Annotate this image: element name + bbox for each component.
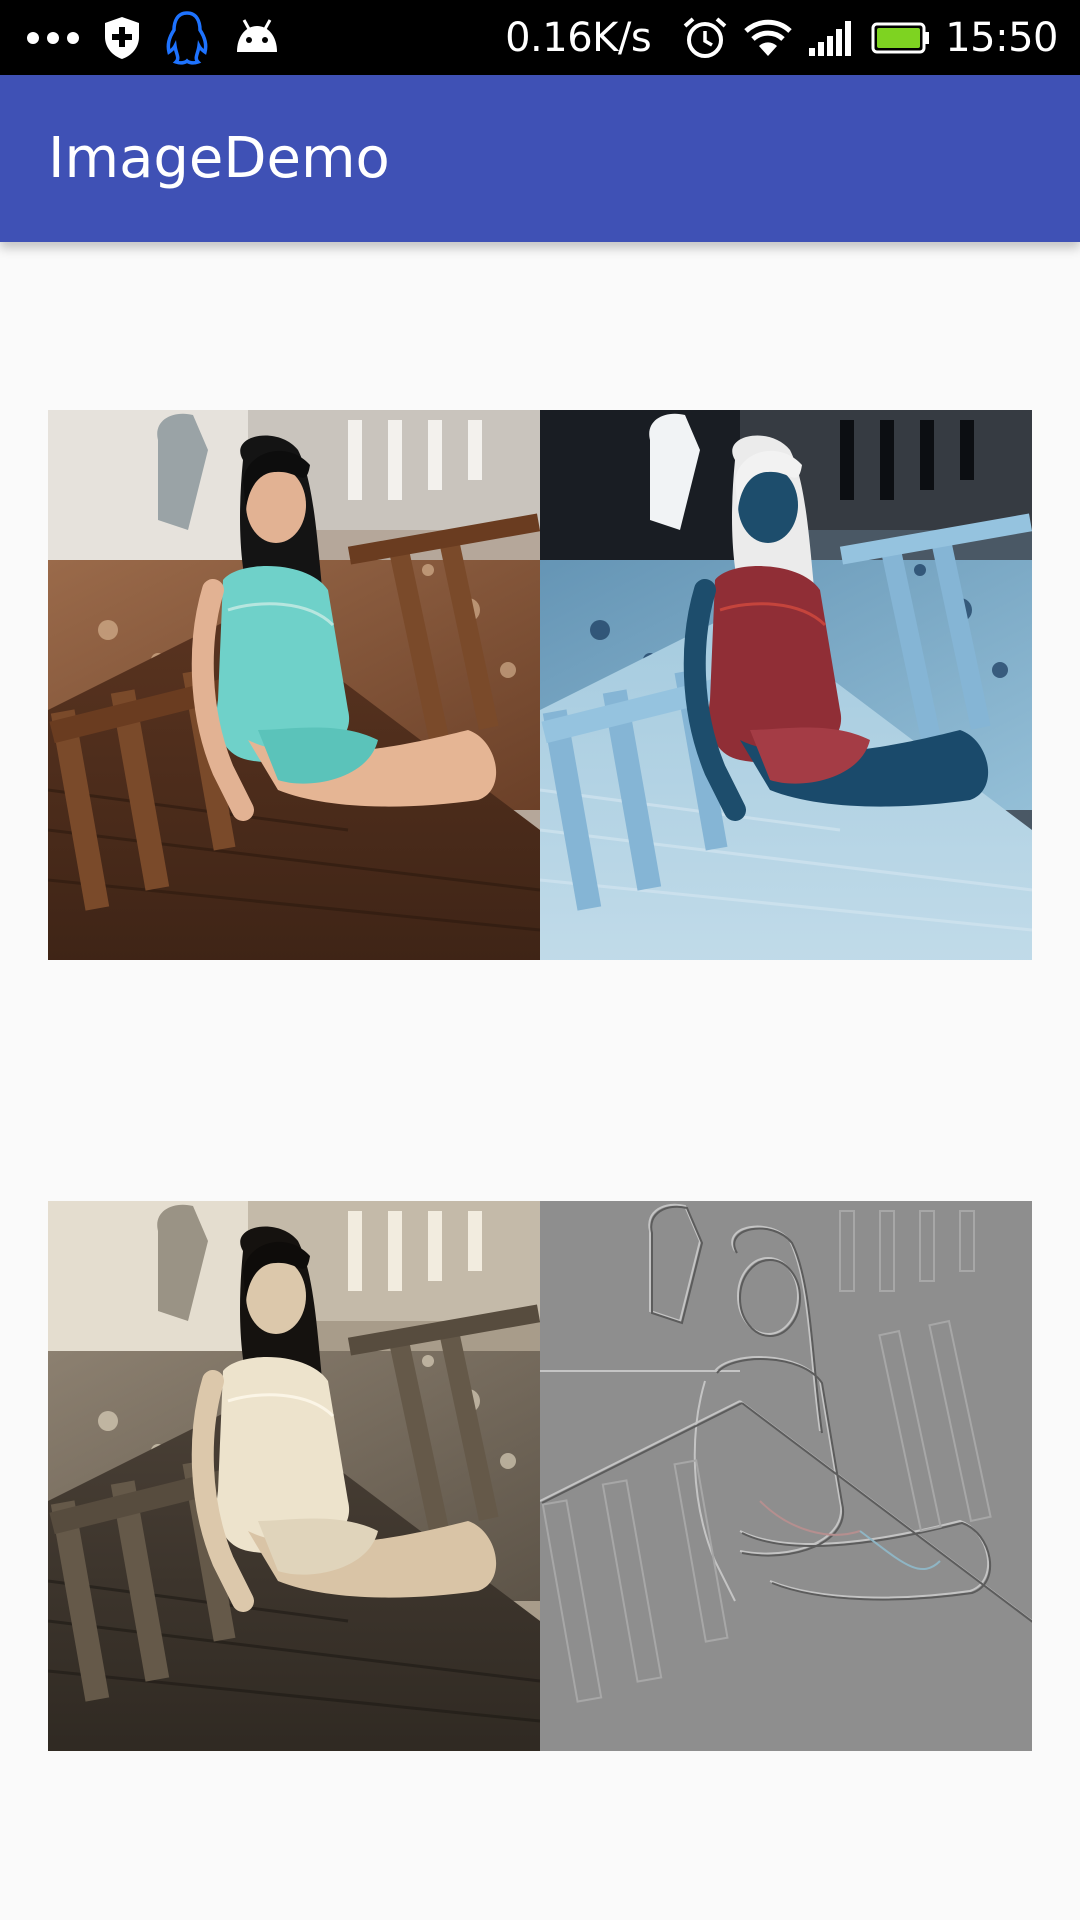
signal-icon	[807, 18, 857, 58]
clock-time: 15:50	[945, 14, 1058, 61]
battery-icon	[871, 21, 931, 55]
sepia-photo	[48, 1201, 540, 1751]
network-speed: 0.16K/s	[505, 14, 652, 61]
emboss-photo-art	[540, 1201, 1032, 1751]
negative-photo-art	[540, 410, 1032, 960]
sepia-photo-art	[48, 1201, 540, 1751]
app-title: ImageDemo	[48, 126, 390, 191]
shield-icon	[102, 15, 142, 61]
app-bar: ImageDemo	[0, 75, 1080, 242]
emboss-photo	[540, 1201, 1032, 1751]
original-photo-art	[48, 410, 540, 960]
qq-penguin-icon	[164, 10, 210, 66]
wifi-icon	[743, 18, 793, 58]
status-bar: 0.16K/s 15:50	[0, 0, 1080, 75]
original-photo	[48, 410, 540, 960]
negative-photo	[540, 410, 1032, 960]
alarm-clock-icon	[681, 15, 729, 61]
content-area	[0, 242, 1080, 1920]
more-dots-icon	[26, 30, 80, 46]
android-icon	[232, 18, 282, 58]
